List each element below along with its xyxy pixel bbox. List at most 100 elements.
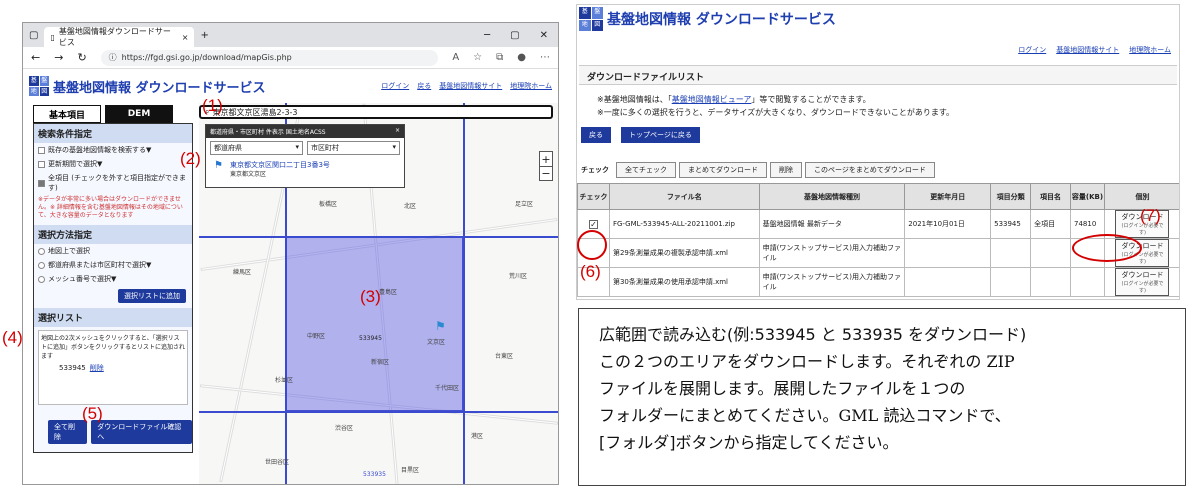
instruction-line: [フォルダ]ボタンから指定してください。: [599, 433, 899, 452]
bulk-download-button[interactable]: まとめてダウンロード: [679, 162, 767, 178]
ward-label: 港区: [471, 433, 484, 440]
browser-tab-title: 基盤地図情報ダウンロードサービス: [58, 27, 171, 47]
selection-list-note: 地図上の2次メッシュをクリックすると、「選択リストに追加」ボタンをクリックすると…: [41, 335, 186, 360]
zoom-control: + −: [539, 151, 553, 181]
marker-5: (5): [82, 404, 103, 423]
close-tab-icon[interactable]: ×: [182, 33, 189, 42]
ward-label: 練馬区: [233, 269, 252, 276]
option-all-items[interactable]: 全項目 (チェックを外すと項目指定ができます): [34, 171, 192, 195]
maximize-icon[interactable]: ▢: [510, 30, 519, 41]
location-flag-icon: ⚑: [435, 319, 446, 333]
row-checkbox[interactable]: ✓: [588, 219, 598, 229]
back-icon[interactable]: ←: [31, 51, 40, 64]
minimize-icon[interactable]: ─: [484, 30, 490, 41]
right-site-title: 基盤地図情報 ダウンロードサービス: [607, 12, 836, 28]
address-bar[interactable]: ⓘ https://fgd.gsi.go.jp/download/mapGis.…: [100, 49, 439, 66]
ward-label: 中野区: [307, 333, 326, 340]
instruction-line: ファイルを展開します。展開したファイルを１つの: [599, 379, 966, 398]
ward-label: 文京区: [427, 339, 446, 346]
result-header: 都道府県・市区町村 件表示 国土地名ACSS: [210, 129, 326, 136]
left-tabs: 基本項目 DEM: [33, 105, 173, 123]
option-existing[interactable]: 既存の基盤地図情報を検索する▼: [34, 143, 192, 157]
marker-6: (6): [580, 262, 601, 281]
option-mesh-select[interactable]: メッシュ番号で選択▼: [34, 272, 192, 286]
add-to-list-button[interactable]: 選択リストに追加: [118, 289, 186, 303]
delete-button[interactable]: 削除: [770, 162, 802, 178]
fgd-site-link[interactable]: 基盤地図情報サイト: [1056, 45, 1119, 55]
browser-tab[interactable]: ▯ 基盤地図情報ダウンロードサービス ×: [44, 27, 195, 47]
fgd-site-link[interactable]: 基盤地図情報サイト: [439, 81, 502, 91]
chevron-down-icon: ▾: [295, 143, 299, 151]
mesh-label: 533935: [363, 471, 386, 478]
delete-link[interactable]: 削除: [90, 364, 104, 372]
back-link[interactable]: 戻る: [417, 81, 431, 91]
checkbox[interactable]: [38, 160, 45, 168]
checkbox[interactable]: [38, 179, 45, 187]
address-search-input[interactable]: ⌕ 東京都文京区湯島2-3-3: [199, 105, 553, 119]
tab-basic[interactable]: 基本項目: [33, 105, 101, 123]
site-header: 基 盤 地 図 基盤地図情報 ダウンロードサービス ログイン 戻る 基盤地図情報…: [23, 69, 558, 103]
page-bulk-download-button[interactable]: このページをまとめてダウンロード: [805, 162, 935, 178]
collections-icon[interactable]: ⧉: [496, 52, 503, 63]
viewer-link[interactable]: 基盤地図情報ビューア: [672, 95, 752, 104]
more-icon[interactable]: ⋯: [540, 52, 550, 63]
download-button[interactable]: ダウンロード (ログインが必要です): [1115, 268, 1170, 296]
page-icon: ▯: [50, 32, 55, 42]
option-pref-select[interactable]: 都道府県または市区町村で選択▼: [34, 258, 192, 272]
profile-icon[interactable]: ●: [517, 52, 526, 63]
back-button[interactable]: 戻る: [581, 127, 611, 143]
marker-4: (4): [2, 328, 23, 347]
table-row: 第30条測量成果の使用承認申請.xml 申請(ワンストップサービス)用入力補助フ…: [577, 267, 1179, 297]
gsi-home-link[interactable]: 地理院ホーム: [1129, 45, 1171, 55]
zoom-in-icon[interactable]: +: [540, 152, 552, 166]
right-header-links: ログイン 基盤地図情報サイト 地理院ホーム: [1018, 45, 1171, 55]
flag-icon: ⚑: [214, 160, 223, 171]
close-icon[interactable]: ×: [395, 127, 400, 136]
check-all-button[interactable]: 全てチェック: [616, 162, 676, 178]
search-result-popup: 都道府県・市区町村 件表示 国土地名ACSS × 都道府県 ▾ 市区町村 ▾ ⚑ 東京…: [205, 124, 405, 188]
zoom-out-icon[interactable]: −: [540, 166, 552, 180]
search-conditions-title: 検索条件指定: [34, 124, 192, 143]
site-logo: 基 盤 地 図: [29, 76, 49, 96]
instruction-textbox: 広範囲で読み込む(例:533945 と 533935 をダウンロード) この２つ…: [578, 308, 1186, 486]
instruction-line: フォルダーにまとめてください。GML 読込コマンドで、: [599, 406, 1011, 425]
list-item: 533945 削除: [59, 363, 185, 373]
highlight-circle-checkbox: [577, 230, 607, 260]
city-select[interactable]: 市区町村 ▾: [307, 141, 400, 155]
confirm-download-button[interactable]: ダウンロードファイル確認へ: [91, 420, 192, 444]
top-page-button[interactable]: トップページに戻る: [621, 127, 700, 143]
tab-actions-icon[interactable]: ▢: [29, 30, 38, 41]
site-title: 基盤地図情報 ダウンロードサービス: [53, 80, 266, 96]
option-map-select[interactable]: 地図上で選択: [34, 244, 192, 258]
pref-select[interactable]: 都道府県 ▾: [210, 141, 303, 155]
ward-label: 荒川区: [509, 273, 528, 280]
tab-dem[interactable]: DEM: [105, 105, 173, 123]
checkbox[interactable]: [38, 146, 45, 154]
read-aloud-icon[interactable]: A: [452, 52, 459, 63]
forward-icon[interactable]: →: [54, 51, 63, 64]
gsi-home-link[interactable]: 地理院ホーム: [510, 81, 552, 91]
site-info-icon: ⓘ: [108, 53, 117, 62]
login-link[interactable]: ログイン: [1018, 45, 1046, 55]
favorite-icon[interactable]: ☆: [473, 52, 482, 63]
notes: ※基盤地図情報は、「基盤地図情報ビューア」等で閲覧することができます。 ※一度に…: [597, 95, 955, 117]
login-link[interactable]: ログイン: [381, 81, 409, 91]
selection-list-title: 選択リスト: [34, 308, 192, 327]
marker-1: (1): [202, 96, 223, 115]
option-update-period[interactable]: 更新期間で選択▼: [34, 157, 192, 171]
ward-label: 足立区: [515, 201, 534, 208]
reload-icon[interactable]: ↻: [77, 51, 86, 64]
marker-3: (3): [360, 287, 381, 306]
search-result-item[interactable]: ⚑ 東京都文京区関口二丁目3番3号 東京都文京区: [206, 158, 404, 179]
radio[interactable]: [38, 275, 45, 283]
browser-nav-bar: ← → ↻ ⓘ https://fgd.gsi.go.jp/download/m…: [23, 47, 558, 69]
new-tab-icon[interactable]: +: [200, 30, 208, 41]
right-site-header: 基 盤 地 図 基盤地図情報 ダウンロードサービス: [577, 5, 1179, 33]
radio[interactable]: [38, 261, 45, 269]
close-window-icon[interactable]: ✕: [540, 30, 548, 41]
radio[interactable]: [38, 247, 45, 255]
ward-label: 豊島区: [379, 289, 398, 296]
ward-label: 千代田区: [435, 385, 460, 392]
marker-7: (7): [1140, 206, 1161, 225]
chevron-down-icon: ▾: [392, 143, 396, 151]
